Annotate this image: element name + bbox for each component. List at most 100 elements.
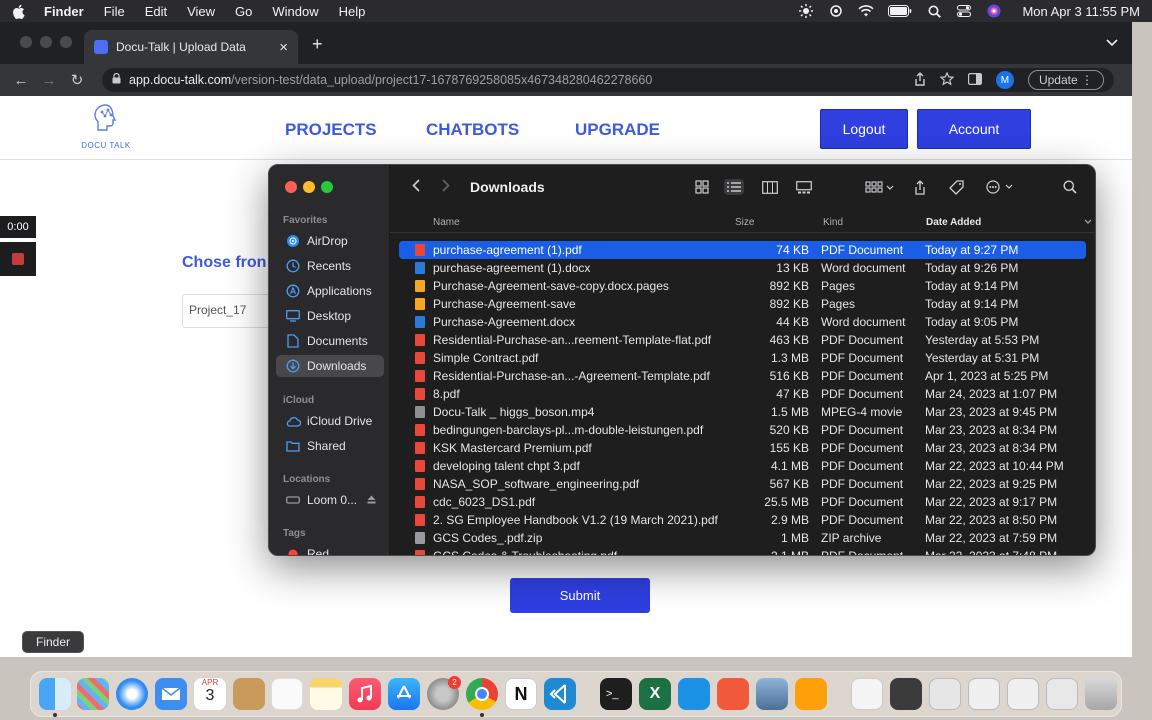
file-row[interactable]: GCS Codes & Troubleshooting.pdf 2.1 MB PDF… xyxy=(399,547,1086,555)
share-icon[interactable] xyxy=(914,71,926,89)
gallery-view-icon[interactable] xyxy=(794,179,814,195)
dock-notes-icon[interactable] xyxy=(310,678,342,710)
search-icon[interactable] xyxy=(1060,179,1080,195)
dock-mail-icon[interactable] xyxy=(155,678,187,710)
menu-go[interactable]: Go xyxy=(235,4,252,19)
dock-music-icon[interactable] xyxy=(349,678,381,710)
eject-icon[interactable] xyxy=(367,493,376,507)
bookmark-star-icon[interactable] xyxy=(939,71,955,89)
update-button[interactable]: Update ⋮ xyxy=(1027,70,1104,90)
dock-notion-icon[interactable]: N xyxy=(505,678,537,710)
sort-chevron-icon[interactable] xyxy=(1084,217,1092,228)
minimize-window-button[interactable] xyxy=(40,36,52,48)
file-row[interactable]: Docu-Talk _ higgs_boson.mp4 1.5 MB MPEG-4 … xyxy=(399,403,1086,421)
dock-window-thumbnail-1[interactable] xyxy=(890,678,922,710)
logout-button[interactable]: Logout xyxy=(820,109,908,149)
sidebar-item-tag-red[interactable]: Red xyxy=(276,543,384,555)
group-by-icon[interactable] xyxy=(862,179,898,195)
dock-docker-icon[interactable] xyxy=(678,678,710,710)
file-row[interactable]: purchase-agreement (1).docx 13 KB Word doc… xyxy=(399,259,1086,277)
dock-window-thumbnail-2[interactable] xyxy=(929,678,961,710)
menu-help[interactable]: Help xyxy=(339,4,366,19)
reload-icon[interactable]: ↻ xyxy=(66,71,88,89)
stop-recording-button[interactable] xyxy=(0,242,36,276)
battery-icon[interactable] xyxy=(888,4,912,18)
menu-edit[interactable]: Edit xyxy=(145,4,167,19)
dock-vscode-icon[interactable] xyxy=(544,678,576,710)
dock-app-store-icon[interactable] xyxy=(388,678,420,710)
spotlight-icon[interactable] xyxy=(926,4,942,18)
file-row[interactable]: cdc_6023_DS1.pdf 25.5 MB PDF Document Mar 2… xyxy=(399,493,1086,511)
url-bar[interactable]: app.docu-talk.com/version-test/data_uplo… xyxy=(102,68,1114,92)
close-tab-icon[interactable]: × xyxy=(279,39,288,56)
finder-zoom-button[interactable] xyxy=(321,181,333,193)
file-row[interactable]: Purchase-Agreement-save 892 KB Pages Today … xyxy=(399,295,1086,313)
file-row[interactable]: GCS Codes_.pdf.zip 1 MB ZIP archive Mar 22,… xyxy=(399,529,1086,547)
menu-app-finder[interactable]: Finder xyxy=(44,4,84,19)
dock-calendar-icon[interactable]: APR 3 xyxy=(194,678,226,710)
close-window-button[interactable] xyxy=(20,36,32,48)
dock-document-icon[interactable] xyxy=(851,678,883,710)
list-view-icon[interactable] xyxy=(724,179,744,195)
dock-sketch-icon[interactable] xyxy=(717,678,749,710)
new-tab-icon[interactable]: + xyxy=(312,34,323,55)
tab-docu-talk[interactable]: Docu-Talk | Upload Data × xyxy=(84,30,298,64)
dock-window-thumbnail-5[interactable] xyxy=(1046,678,1078,710)
menu-window[interactable]: Window xyxy=(272,4,318,19)
tab-search-chevron-icon[interactable] xyxy=(1106,36,1118,50)
file-row[interactable]: Residential-Purchase-an...-Agreement-Tem… xyxy=(399,367,1086,385)
sidebar-item-documents[interactable]: Documents xyxy=(276,330,384,352)
menu-view[interactable]: View xyxy=(187,4,215,19)
brightness-icon[interactable] xyxy=(798,4,814,18)
dock-chrome-icon[interactable] xyxy=(466,678,498,710)
menu-file[interactable]: File xyxy=(104,4,125,19)
account-button[interactable]: Account xyxy=(917,109,1031,149)
sidebar-item-icloud-drive[interactable]: iCloud Drive xyxy=(276,410,384,432)
submit-button[interactable]: Submit xyxy=(510,578,650,613)
file-row[interactable]: Purchase-Agreement-save-copy.docx.pages 8… xyxy=(399,277,1086,295)
sidebar-item-airdrop[interactable]: AirDrop xyxy=(276,230,384,252)
dock-system-settings-icon[interactable]: 2 xyxy=(427,676,461,710)
lock-icon[interactable] xyxy=(112,72,121,87)
dock-window-thumbnail-3[interactable] xyxy=(968,678,1000,710)
menu-clock[interactable]: Mon Apr 3 11:55 PM xyxy=(1022,4,1140,19)
sidebar-item-applications[interactable]: Applications xyxy=(276,280,384,302)
dock-terminal-icon[interactable]: >_ xyxy=(600,678,632,710)
sidebar-item-loom-volume[interactable]: Loom 0... xyxy=(276,489,384,511)
dock-finder-icon[interactable] xyxy=(39,678,71,710)
icon-view-icon[interactable] xyxy=(692,179,712,195)
file-row[interactable]: bedingungen-barclays-pl...m-double-leist… xyxy=(399,421,1086,439)
nav-projects[interactable]: PROJECTS xyxy=(285,120,377,140)
site-logo[interactable]: DOCU TALK xyxy=(78,102,134,150)
flow-icon[interactable] xyxy=(828,4,844,18)
dock-contacts-icon[interactable] xyxy=(233,678,265,710)
file-row[interactable]: KSK Mastercard Premium.pdf 155 KB PDF Docu… xyxy=(399,439,1086,457)
column-date-added[interactable]: Date Added xyxy=(926,217,981,228)
forward-icon[interactable]: → xyxy=(38,72,60,89)
more-actions-icon[interactable] xyxy=(984,179,1018,195)
back-icon[interactable]: ← xyxy=(10,72,32,89)
dock-safari-icon[interactable] xyxy=(116,678,148,710)
file-row[interactable]: Residential-Purchase-an...reement-Templa… xyxy=(399,331,1086,349)
dock-preview-icon[interactable] xyxy=(756,678,788,710)
apple-icon[interactable] xyxy=(12,3,26,19)
file-row[interactable]: 2. SG Employee Handbook V1.2 (19 March 2… xyxy=(399,511,1086,529)
finder-back-icon[interactable] xyxy=(412,179,420,195)
column-view-icon[interactable] xyxy=(760,179,780,195)
sidebar-item-desktop[interactable]: Desktop xyxy=(276,305,384,327)
finder-minimize-button[interactable] xyxy=(303,181,315,193)
zoom-window-button[interactable] xyxy=(60,36,72,48)
dock-excel-icon[interactable]: X xyxy=(639,678,671,710)
side-panel-icon[interactable] xyxy=(967,72,982,88)
dock-pages-icon[interactable] xyxy=(795,678,827,710)
finder-forward-icon[interactable] xyxy=(442,179,450,195)
profile-avatar[interactable]: M xyxy=(995,71,1014,89)
control-center-icon[interactable] xyxy=(956,4,972,18)
column-size[interactable]: Size xyxy=(735,217,754,228)
file-row[interactable]: developing talent chpt 3.pdf 4.1 MB PDF Do… xyxy=(399,457,1086,475)
column-kind[interactable]: Kind xyxy=(823,217,843,228)
project-select[interactable]: Project_17 xyxy=(182,294,282,328)
file-row[interactable]: purchase-agreement (1).pdf 74 KB PDF Docum… xyxy=(399,241,1086,259)
wifi-icon[interactable] xyxy=(858,4,875,18)
file-row[interactable]: Purchase-Agreement.docx 44 KB Word documen… xyxy=(399,313,1086,331)
